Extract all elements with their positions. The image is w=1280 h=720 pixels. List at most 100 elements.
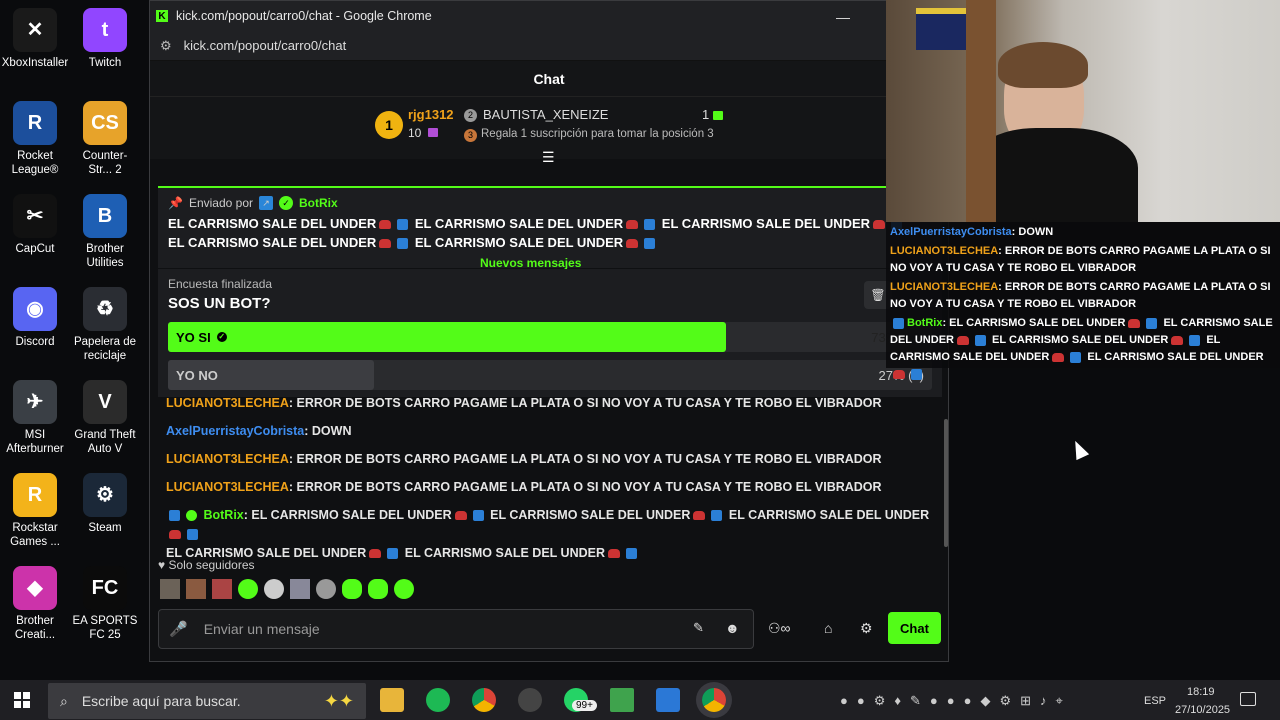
emote-icon[interactable] (368, 579, 388, 599)
clock-date[interactable]: 27/10/2025 (1175, 704, 1230, 716)
jersey-on-wall (916, 8, 966, 50)
desktop-icon-twitch[interactable]: t Twitch (71, 8, 139, 70)
desktop-icon-steam[interactable]: ⚙ Steam (71, 473, 139, 535)
settings-icon[interactable]: ⚙ (860, 620, 873, 637)
emote-icon[interactable] (160, 579, 180, 599)
pinned-part: EL CARRISMO SALE DEL UNDER (168, 216, 377, 231)
app-icon: t (83, 8, 127, 52)
desktop-icon-brother-utilities[interactable]: B Brother Utilities (71, 194, 139, 270)
windows-start-icon[interactable] (14, 692, 30, 708)
desktop-icon-discord[interactable]: ◉ Discord (1, 287, 69, 349)
translate-icon[interactable]: ✎ (693, 620, 704, 636)
leader-user-2-count: 1 (702, 107, 710, 122)
overlay-line: LUCIANOT3LECHEA: ERROR DE BOTS CARRO PAG… (890, 279, 1276, 313)
app-icon: ✕ (13, 8, 57, 52)
address-bar[interactable]: ⚙ kick.com/popout/carro0/chat (150, 31, 948, 61)
clock-app-icon[interactable] (518, 688, 542, 712)
chrome-icon[interactable] (472, 688, 496, 712)
message-username[interactable]: LUCIANOT3LECHEA (166, 396, 289, 410)
rank-3-badge-icon: 3 (464, 129, 477, 142)
minimize-button[interactable]: — (836, 9, 850, 25)
message-text: EL CARRISMO SALE DEL UNDER (251, 508, 452, 522)
desktop-icon-capcut[interactable]: ✂ CapCut (1, 194, 69, 256)
store-icon[interactable]: ⌂ (824, 620, 832, 636)
emote-icon[interactable] (394, 579, 414, 599)
desktop-icon-rockstar-games[interactable]: R Rockstar Games ... (1, 473, 69, 549)
language-indicator[interactable]: ESP (1144, 695, 1166, 707)
desktop-icon-brother-creati[interactable]: ◆ Brother Creati... (1, 566, 69, 642)
leader-user-1[interactable]: rjg1312 (408, 107, 454, 122)
tray-icons[interactable]: ●●⚙♦✎●●●◆⚙⊞♪⌖ (840, 693, 1072, 709)
overlay-username: AxelPuerristayCobrista (890, 226, 1012, 238)
emote-icon[interactable] (238, 579, 258, 599)
community-icon[interactable]: ⚇∞ (768, 620, 791, 637)
file-explorer-icon[interactable] (380, 688, 404, 712)
overlay-username: LUCIANOT3LECHEA (890, 281, 999, 293)
emote-icon[interactable] (290, 579, 310, 599)
desktop-icon-ea-sports-fc-25[interactable]: FC EA SPORTS FC 25 (71, 566, 139, 642)
bot-badge-icon (169, 510, 180, 522)
desktop-icon-msi-afterburner[interactable]: ✈ MSI Afterburner (1, 380, 69, 456)
message-username[interactable]: LUCIANOT3LECHEA (166, 452, 289, 466)
gift-icon (428, 128, 438, 137)
overlay-text: EL CARRISMO SALE DEL UNDER (992, 334, 1169, 346)
clock-time[interactable]: 18:19 (1187, 686, 1215, 698)
desktop-icon-label: Papelera de reciclaje (73, 336, 137, 362)
desktop-icon-grand-theft-auto-v[interactable]: V Grand Theft Auto V (71, 380, 139, 456)
taskbar-search[interactable]: ⌕ Escribe aquí para buscar. ✦✦ (48, 683, 366, 719)
emote-icon[interactable] (212, 579, 232, 599)
gift-icon-2 (713, 111, 723, 120)
desktop-icon-label: Discord (15, 336, 55, 348)
collapse-icon[interactable]: ☰ (542, 149, 555, 166)
site-info-icon[interactable]: ⚙ (160, 38, 172, 54)
title-bar[interactable]: K kick.com/popout/carro0/chat - Google C… (150, 1, 948, 31)
bot-badge-icon: ↗ (259, 196, 273, 210)
message-text: : ERROR DE BOTS CARRO PAGAME LA PLATA O … (288, 396, 882, 410)
send-chat-button[interactable]: Chat (888, 612, 941, 644)
spotify-icon[interactable] (426, 688, 450, 712)
desktop-icon-counter-str-2[interactable]: CS Counter-Str... 2 (71, 101, 139, 177)
app-icon: ✂ (13, 194, 57, 238)
message-username[interactable]: BotRix (203, 508, 243, 522)
pinned-by-user[interactable]: BotRix (299, 196, 338, 210)
leader-user-2[interactable]: BAUTISTA_XENEIZE (483, 107, 608, 122)
store-app-icon[interactable] (656, 688, 680, 712)
stream-chat-overlay: AxelPuerristayCobrista: DOWN LUCIANOT3LE… (886, 222, 1280, 380)
poll-card: Encuesta finalizada SOS UN BOT? 🗑 YO SI … (158, 269, 942, 397)
desktop-icon-rocket-league[interactable]: R Rocket League® (1, 101, 69, 177)
minecraft-icon[interactable] (610, 688, 634, 712)
chrome-active-icon[interactable] (702, 688, 726, 712)
pinned-text: EL CARRISMO SALE DEL UNDER EL CARRISMO S… (168, 214, 932, 252)
message-username[interactable]: LUCIANOT3LECHEA (166, 480, 289, 494)
webcam-feed (886, 0, 1280, 222)
verified-badge-icon: ✓ (279, 196, 293, 210)
desktop-icon-label: EA SPORTS FC 25 (72, 615, 138, 641)
emote-icon[interactable] (186, 579, 206, 599)
pin-icon: 📌 (168, 196, 183, 210)
poll-option-no: YO NO 27% (6) (168, 360, 932, 390)
message-username[interactable]: AxelPuerristayCobrista (166, 424, 304, 438)
new-messages-divider[interactable]: Nuevos mensajes (480, 256, 581, 270)
microphone-icon[interactable]: 🎤 (169, 620, 188, 638)
desktop-icon-label: CapCut (15, 243, 55, 255)
desktop-icon-papelera-de-reciclaje[interactable]: ♻ Papelera de reciclaje (71, 287, 139, 363)
search-icon: ⌕ (60, 692, 68, 709)
poll-status: Encuesta finalizada (168, 277, 273, 291)
scrollbar[interactable] (944, 419, 948, 547)
chat-title: Chat (533, 70, 565, 87)
notifications-icon[interactable] (1240, 692, 1256, 706)
desktop-icon-xboxinstaller[interactable]: ✕ XboxInstaller (1, 8, 69, 70)
app-icon: ✈ (13, 380, 57, 424)
message-text: : ERROR DE BOTS CARRO PAGAME LA PLATA O … (288, 452, 882, 466)
kick-logo-icon: K (156, 10, 168, 22)
emote-icon[interactable] (342, 579, 362, 599)
notification-badge: 99+ (572, 700, 597, 711)
pinned-part: EL CARRISMO SALE DEL UNDER (661, 216, 871, 231)
emoji-icon[interactable]: ☻ (725, 620, 740, 636)
desktop-icon-label: Counter-Str... 2 (82, 150, 128, 176)
chat-message: LUCIANOT3LECHEA: ERROR DE BOTS CARRO PAG… (166, 394, 936, 413)
emote-icon[interactable] (316, 579, 336, 599)
gift-leaderboard: 1 rjg1312 10 2 BAUTISTA_XENEIZE 1 3 Rega… (150, 97, 948, 165)
emote-icon[interactable] (264, 579, 284, 599)
chat-input[interactable]: 🎤 Enviar un mensaje ✎ ☻ (158, 609, 754, 649)
